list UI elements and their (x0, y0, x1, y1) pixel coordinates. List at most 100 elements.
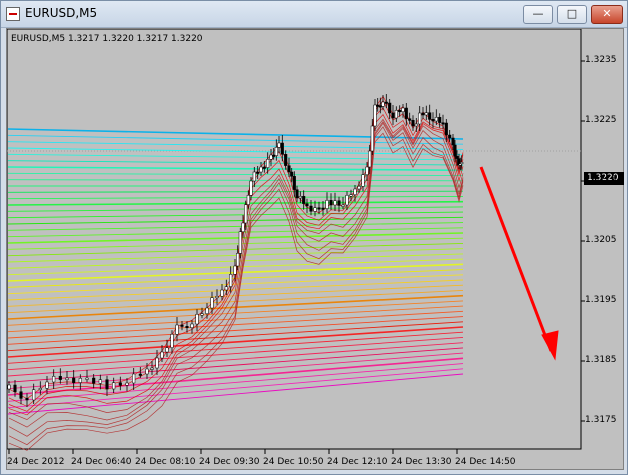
candle-body (295, 189, 299, 199)
candle-body (170, 334, 174, 348)
candle-body (252, 171, 256, 182)
candle-body (381, 101, 385, 107)
candle-body (302, 196, 306, 204)
candle-body (448, 134, 452, 139)
candle-body (155, 357, 159, 369)
candle-body (455, 156, 459, 159)
candle-body (58, 376, 62, 380)
candle-body (460, 162, 464, 165)
candle-body (414, 123, 418, 127)
time-label-2: 24 Dec 06:40 (71, 457, 132, 467)
candle-body (298, 196, 302, 199)
moving-average-line (7, 357, 464, 396)
candle-body (195, 314, 199, 325)
time-label-3: 24 Dec 08:10 (135, 457, 196, 467)
time-label-5: 24 Dec 10:50 (263, 457, 324, 467)
candle-body (165, 347, 169, 353)
title-bar[interactable]: EURUSD,M5 — □ ✕ (1, 1, 627, 28)
candle-body (175, 324, 179, 335)
minimize-button[interactable]: — (523, 5, 553, 24)
candle-body (287, 165, 291, 173)
moving-average-line (7, 195, 464, 200)
red-ma-line (8, 107, 464, 412)
moving-average-line (7, 206, 464, 212)
candle-body (373, 104, 377, 127)
candle-body (329, 200, 333, 206)
moving-average-line (7, 128, 464, 140)
candle-body (185, 326, 189, 329)
candle-body (376, 104, 380, 107)
candle-body (241, 222, 245, 232)
candle-body (45, 381, 49, 389)
candle-body (368, 150, 372, 168)
candle-body (444, 122, 448, 136)
time-label-8: 24 Dec 14:50 (455, 457, 516, 467)
candle-body (160, 351, 164, 359)
candle-body (365, 166, 369, 175)
maximize-button[interactable]: □ (557, 5, 587, 24)
candle-body (145, 368, 149, 375)
moving-average-line (7, 211, 464, 219)
moving-average-line (7, 153, 464, 161)
moving-average-line (7, 190, 464, 193)
candle-body (424, 112, 428, 116)
price-label-5: 1.3195 (585, 295, 617, 305)
candle-body (305, 203, 309, 207)
moving-average-line (7, 166, 464, 172)
candle-body (388, 102, 392, 114)
candle-body (398, 110, 402, 113)
candle-body (292, 176, 296, 190)
candle-body (384, 101, 388, 104)
candle-body (262, 166, 266, 169)
candle-body (341, 204, 345, 207)
moving-average-line (7, 200, 464, 206)
candle-body (284, 154, 288, 166)
candle-body (78, 378, 82, 383)
candle-body (337, 200, 341, 206)
candle-body (180, 324, 184, 327)
candle-body (38, 388, 42, 391)
moving-average-line (7, 321, 464, 352)
candle-body (325, 200, 329, 209)
candle-body (441, 122, 445, 125)
candle-body (378, 105, 382, 108)
moving-average-line (7, 289, 464, 314)
candle-body (451, 137, 455, 146)
moving-average-line (7, 242, 464, 257)
candle-body (274, 147, 278, 156)
candle-body (150, 367, 154, 370)
candle-body (25, 398, 29, 401)
candle-body (249, 180, 253, 196)
moving-average-line (7, 237, 464, 250)
candle-body (394, 110, 398, 119)
candle-body (19, 391, 23, 399)
price-chart[interactable]: EURUSD,M5 1.3217 1.3220 1.3217 1.3220 1.… (6, 28, 624, 470)
candle-body (112, 382, 116, 390)
candle-body (321, 207, 325, 210)
candle-body (236, 253, 240, 267)
chart-canvas[interactable] (7, 29, 623, 469)
candle-body (246, 195, 250, 205)
candle-body (98, 379, 102, 384)
candle-body (438, 117, 442, 123)
candle-body (353, 188, 357, 195)
moving-average-line (7, 216, 464, 225)
moving-average-line (7, 316, 464, 345)
candle-body (434, 117, 438, 122)
candle-body (408, 118, 412, 121)
price-label-7: 1.3175 (585, 415, 617, 425)
close-button[interactable]: ✕ (591, 5, 623, 24)
candle-body (215, 296, 219, 299)
candle-body (85, 377, 89, 380)
time-label-1: 24 Dec 2012 (7, 457, 65, 467)
candle-body (277, 142, 281, 148)
trend-arrow-head (541, 330, 559, 361)
candle-body (401, 107, 405, 112)
chart-window-icon (6, 7, 20, 21)
candle-body (421, 112, 425, 116)
candle-body (233, 265, 237, 275)
candle-body (125, 382, 129, 386)
candle-body (32, 389, 36, 401)
window-title: EURUSD,M5 (25, 6, 98, 20)
candle-body (229, 274, 233, 287)
